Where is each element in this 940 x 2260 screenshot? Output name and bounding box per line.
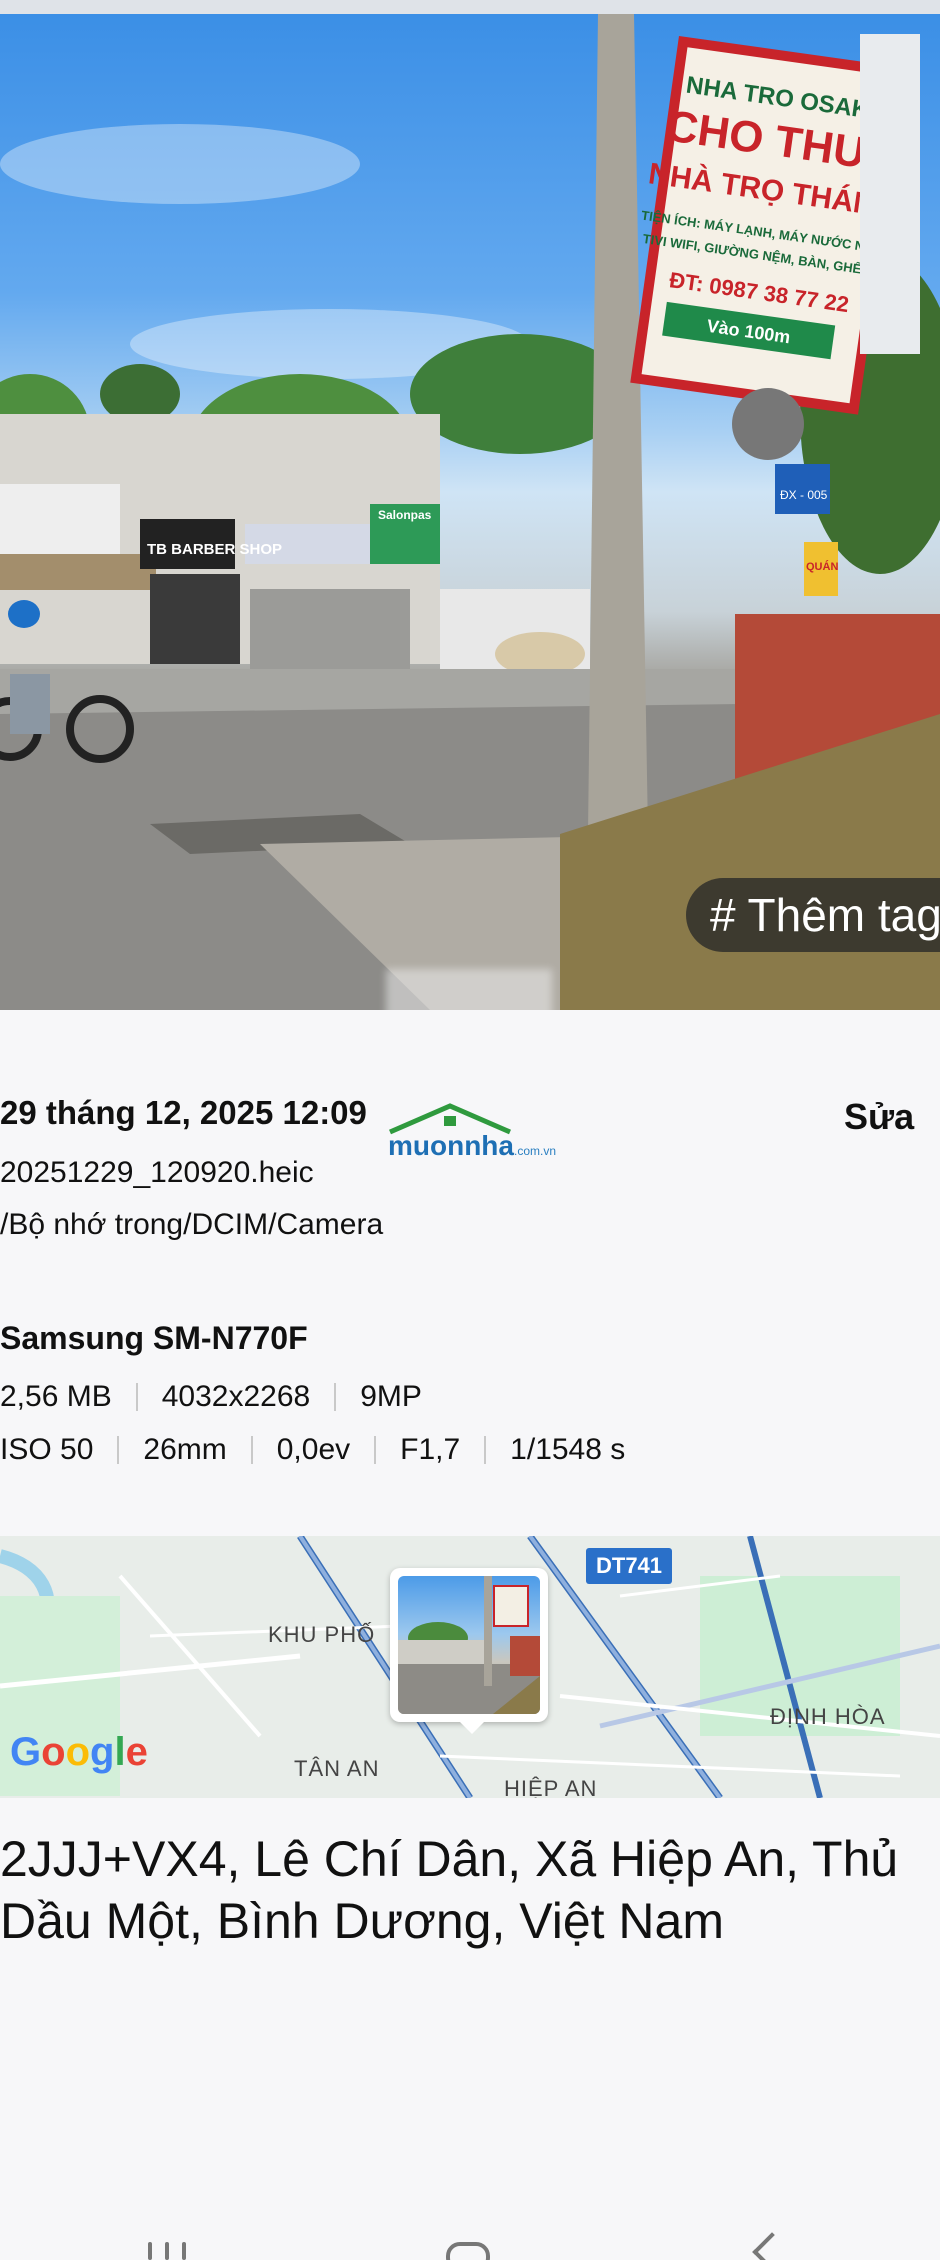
edit-button[interactable]: Sửa [844,1096,914,1138]
home-button[interactable] [446,2242,490,2260]
salonpas-sign: Salonpas [378,508,432,522]
thumbnail-art [398,1576,540,1714]
logo-brand: muonnha [388,1130,514,1161]
separator [250,1436,253,1464]
map-photo-marker[interactable] [390,1568,548,1722]
google-letter: l [114,1730,126,1774]
map-label-hiep-an: HIỆP AN [504,1776,598,1798]
google-letter: e [125,1730,148,1774]
separator [334,1383,337,1411]
separator [135,1383,138,1411]
shutter-speed: 1/1548 s [510,1433,626,1466]
location-map[interactable]: KHU PHỐ ĐỊNH HÒA TÂN AN HIỆP AN DT741 Go… [0,1536,940,1798]
google-letter: o [65,1730,90,1774]
road-shield-dt741: DT741 [586,1548,673,1584]
map-label-tan-an: TÂN AN [294,1756,380,1781]
status-bar [0,0,940,14]
separator [374,1436,377,1464]
google-letter: g [90,1730,115,1774]
map-label-dinh-hoa: ĐỊNH HÒA [770,1704,886,1729]
street-sign: ĐX - 005 [780,488,828,502]
device-model: Samsung SM-N770F [0,1320,308,1356]
photo-illustration: NHA TRO OSAKA CHO THUÊ NHÀ TRỌ THÁNG TIỆ… [0,14,940,1010]
exposure-value: 0,0ev [276,1433,351,1466]
recent-bar [165,2242,169,2260]
recent-bar [182,2242,186,2260]
megapixels: 9MP [360,1380,422,1413]
recent-apps-button[interactable] [148,2242,186,2260]
barber-sign: TB BARBER SHOP [147,541,282,558]
google-logo: Google [10,1730,148,1775]
file-size: 2,56 MB [0,1380,112,1413]
file-info-row: 2,56 MB 4032x2268 9MP [0,1380,422,1414]
quan-sign: QUÁN [806,560,838,573]
file-path: /Bộ nhớ trong/DCIM/Camera [0,1208,384,1241]
add-tag-button[interactable]: # Thêm tag [686,878,940,952]
aperture: F1,7 [400,1433,461,1466]
file-name: 20251229_120920.heic [0,1156,314,1189]
map-label-khu-pho: KHU PHỐ [268,1622,376,1647]
logo-domain: .com.vn [514,1144,557,1158]
google-letter: o [41,1730,66,1774]
recent-bar [148,2242,152,2260]
blur-patch [386,969,552,1010]
location-address[interactable]: 2JJJ+VX4, Lê Chí Dân, Xã Hiệp An, Thủ Dầ… [0,1828,940,1952]
marker-pointer [460,1722,484,1734]
logo-text: muonnha.com.vn [388,1130,556,1162]
back-icon[interactable] [752,2232,792,2260]
muonnha-watermark-logo: muonnha.com.vn [388,1102,558,1162]
exif-row: ISO 50 26mm 0,0ev F1,7 1/1548 s [0,1433,625,1467]
photo-viewer[interactable]: NHA TRO OSAKA CHO THUÊ NHÀ TRỌ THÁNG TIỆ… [0,14,940,1010]
google-letter: G [10,1730,42,1774]
focal-length: 26mm [143,1433,227,1466]
separator [117,1436,120,1464]
resolution: 4032x2268 [161,1380,311,1413]
photo-thumbnail [398,1576,540,1714]
photo-date: 29 tháng 12, 2025 12:09 [0,1094,367,1131]
iso-value: ISO 50 [0,1433,94,1466]
separator [484,1436,487,1464]
